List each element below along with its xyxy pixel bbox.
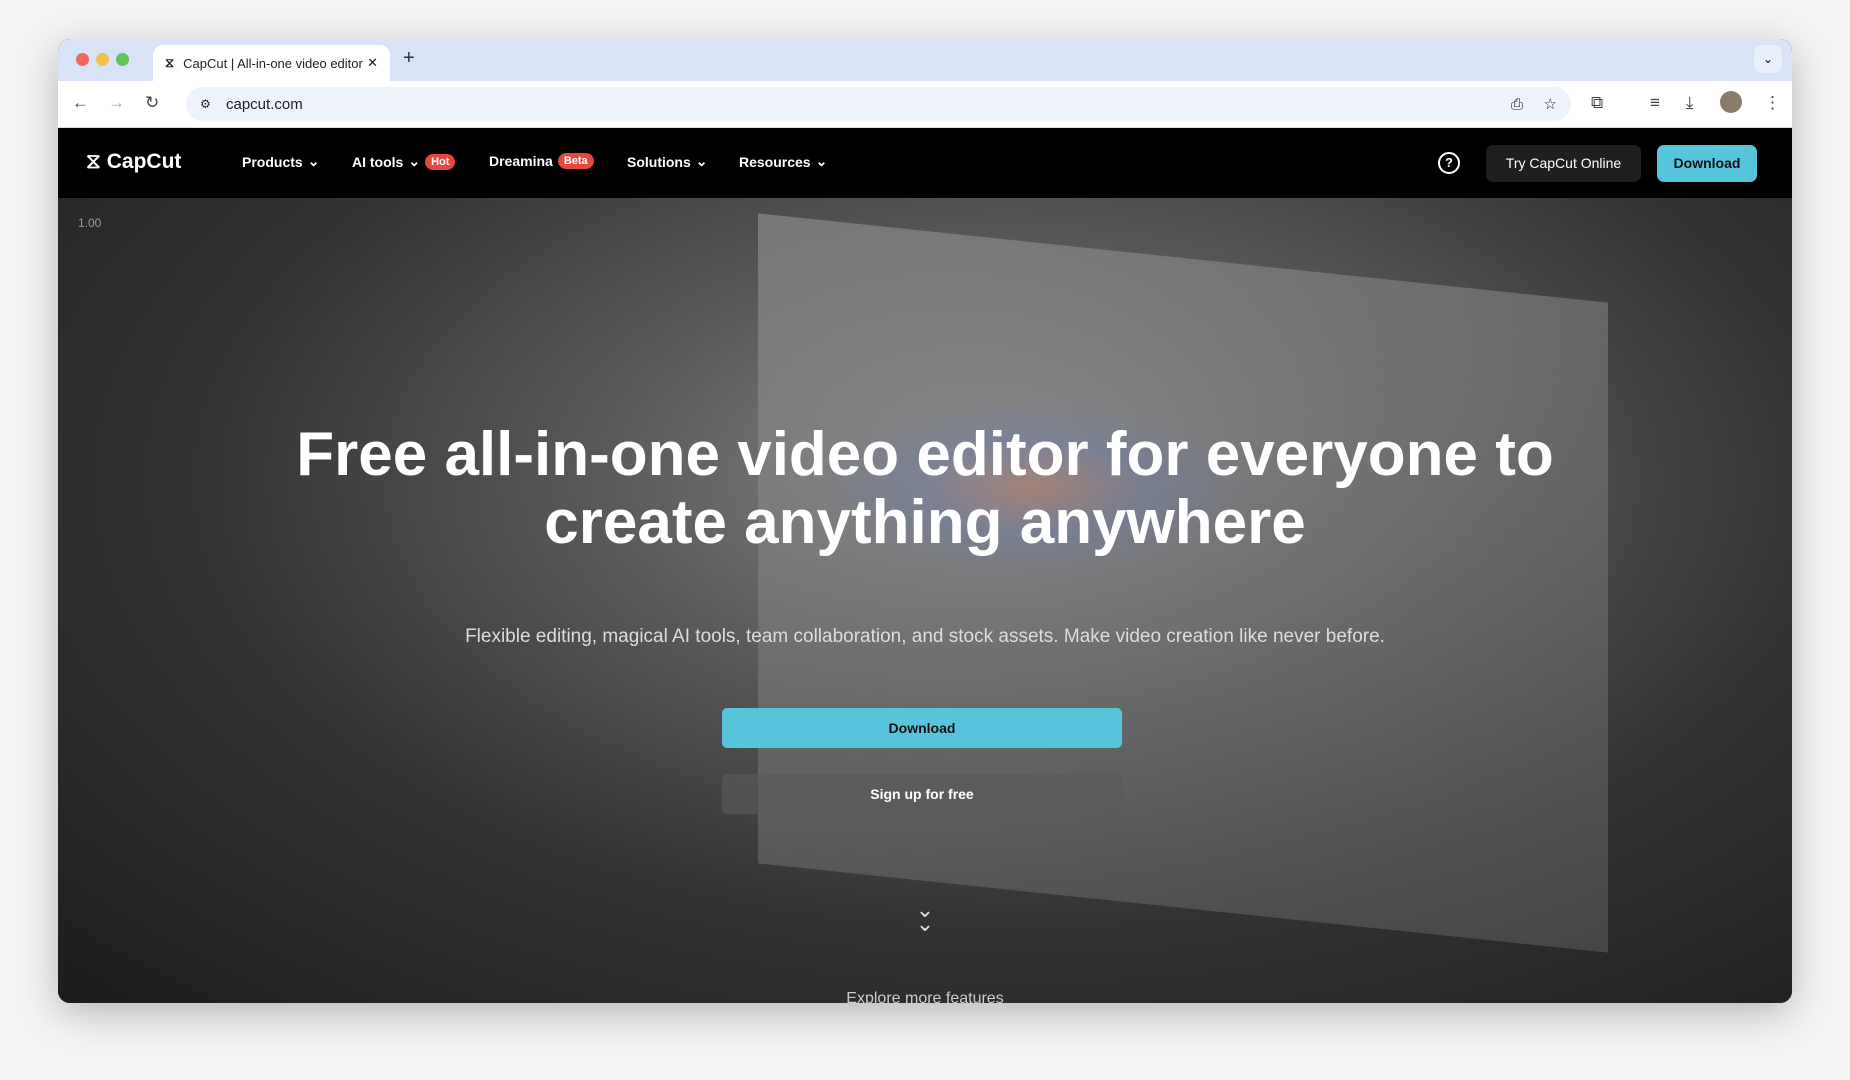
nav-dreamina[interactable]: Dreamina Beta — [489, 153, 594, 169]
hero-title: Free all-in-one video editor for everyon… — [296, 420, 1554, 557]
capcut-logo[interactable]: ⧖ CapCut — [86, 150, 181, 174]
maximize-window-button[interactable] — [116, 53, 129, 66]
capcut-favicon-icon: ⧖ — [165, 55, 175, 70]
help-icon[interactable]: ? — [1438, 152, 1460, 174]
chevron-down-icon: ⌄ — [695, 153, 708, 169]
bookmark-star-icon[interactable]: ☆ — [1544, 95, 1557, 113]
new-tab-button[interactable]: + — [403, 47, 415, 70]
chevron-down-icon: ⌄ — [815, 153, 828, 169]
beta-badge: Beta — [557, 153, 594, 169]
site-header: ⧖ CapCut Products ⌄ AI tools ⌄ Hot Dreamina B… — [58, 128, 1792, 198]
nav-resources[interactable]: Resources ⌄ — [739, 153, 827, 170]
browser-tab[interactable]: ⧖ CapCut | All-in-one video editor ✕ — [153, 45, 390, 81]
nav-products[interactable]: Products ⌄ — [242, 153, 319, 170]
install-app-icon[interactable]: ⎙ — [1511, 96, 1523, 113]
minimize-window-button[interactable] — [96, 53, 109, 66]
hero-section: 1.00 Free all-in-one video editor for ev… — [58, 198, 1792, 1003]
close-tab-icon[interactable]: ✕ — [367, 55, 378, 71]
hero-download-button[interactable]: Download — [722, 708, 1122, 748]
tab-search-chevron-icon[interactable]: ⌄ — [1754, 45, 1782, 73]
more-menu-icon[interactable]: ⋮ — [1764, 93, 1781, 113]
capcut-logo-icon: ⧖ — [86, 150, 101, 173]
chevron-down-icon: ⌄ — [408, 153, 421, 169]
nav-ai-tools[interactable]: AI tools ⌄ Hot — [352, 153, 456, 170]
explore-more-link[interactable]: Explore more features — [58, 990, 1792, 1003]
double-chevron-down-icon[interactable]: ⌄ ⌄ — [58, 899, 1792, 935]
background-video — [758, 213, 1608, 953]
media-controls-icon[interactable]: ≡ — [1650, 93, 1660, 113]
reload-icon[interactable]: ↻ — [145, 93, 159, 113]
header-download-button[interactable]: Download — [1657, 145, 1757, 182]
try-online-button[interactable]: Try CapCut Online — [1486, 145, 1641, 182]
downloads-icon[interactable]: ⤓ — [1686, 93, 1694, 113]
hot-badge: Hot — [425, 153, 456, 170]
browser-window: ⧖ CapCut | All-in-one video editor ✕ + ⌄… — [58, 39, 1792, 1003]
forward-icon[interactable]: → — [108, 93, 125, 113]
address-bar[interactable]: ⚙ capcut.com ⎙ ☆ — [186, 87, 1571, 121]
tab-bar: ⧖ CapCut | All-in-one video editor ✕ + ⌄ — [58, 39, 1792, 81]
extensions-icon[interactable]: ⧉ — [1591, 93, 1603, 113]
signup-button[interactable]: Sign up for free — [722, 774, 1122, 814]
chevron-down-icon: ⌄ — [307, 153, 320, 169]
browser-toolbar: ← → ↻ ⚙ capcut.com ⎙ ☆ ⧉ ≡ ⤓ ⋮ — [58, 81, 1792, 128]
nav-solutions[interactable]: Solutions ⌄ — [627, 153, 708, 170]
back-icon[interactable]: ← — [72, 93, 89, 113]
profile-avatar[interactable] — [1720, 91, 1742, 113]
close-window-button[interactable] — [76, 53, 89, 66]
hero-subtitle: Flexible editing, magical AI tools, team… — [465, 626, 1385, 647]
site-settings-icon[interactable]: ⚙ — [200, 97, 211, 111]
